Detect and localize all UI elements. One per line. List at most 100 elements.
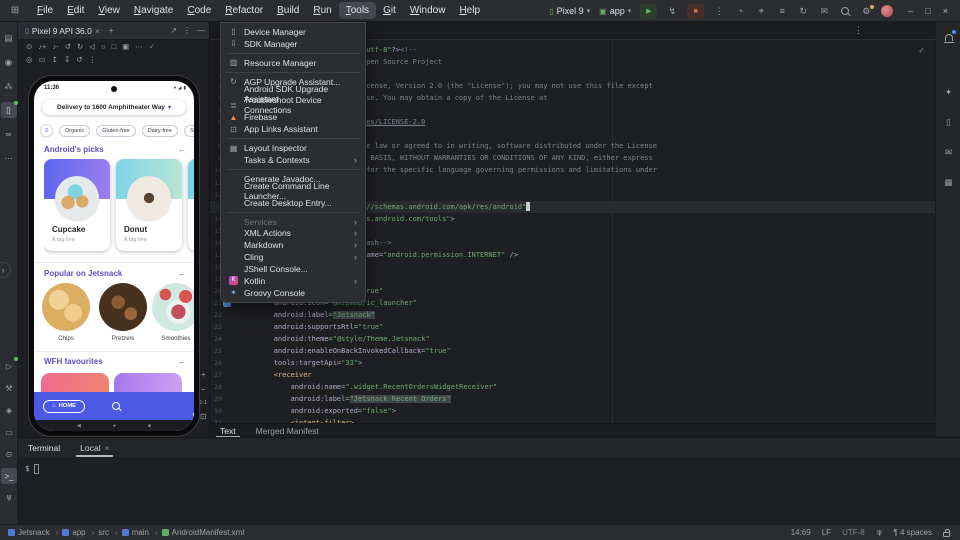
popular-item[interactable]: Smoothies [152,283,194,342]
phone-screen[interactable]: 11:36 ▾ ◢ ▮ Delivery to 1600 Amphitheate… [34,81,194,431]
menu-item[interactable] [226,138,360,139]
snack-card[interactable]: Cupcake A tag line [44,159,110,251]
project-icon[interactable]: ▤ [1,30,17,46]
running-devices-icon[interactable]: ▯ [1,102,17,118]
nav-home-button[interactable]: ⌂ HOME [43,400,85,413]
menu-item[interactable]: ⇩ SDK Manager [221,38,365,50]
menu-item[interactable]: ▨ Resource Manager [221,57,365,69]
filter-chip[interactable]: Sweet [184,125,194,137]
open-in-window-icon[interactable]: ↗ [170,26,177,35]
hide-panel-icon[interactable]: — [197,26,205,35]
rotate-left-icon[interactable]: ↺ [65,42,71,51]
snapshot-icon[interactable]: ↺ [76,55,82,64]
menu-item[interactable]: ⊡ App Links Assistant [221,123,365,135]
manifest-view-tab[interactable]: Merged Manifest [246,424,329,438]
build-icon[interactable]: ⚒ [1,380,17,396]
main-menu-icon[interactable]: ⊞ [8,4,22,18]
run-config-selector[interactable]: ▣ app ▾ [599,6,631,16]
screenshot-icon[interactable]: ◎ [26,55,33,64]
device-selector[interactable]: ▯ Pixel 9 ▾ [549,6,590,16]
terminal-tab-local[interactable]: Local × [80,438,109,457]
new-device-tab-button[interactable]: + [109,26,114,35]
filter-chip[interactable]: Gluten-free [96,125,136,137]
connected-check-icon[interactable]: ✓ [149,42,155,51]
line-separator[interactable]: LF [822,528,831,537]
menubar-item[interactable]: View [91,2,127,19]
filter-chip[interactable]: Organic [59,125,90,137]
settings-icon[interactable]: ⚙ [860,6,872,17]
notifications-icon[interactable] [936,28,960,44]
filter-chip[interactable]: Dairy-free [142,125,178,137]
minimize-button[interactable]: – [908,6,913,16]
overview-icon[interactable]: □ [112,42,117,51]
record-icon[interactable]: ▭ [39,55,46,64]
zoom-in-button[interactable]: + [201,370,206,379]
volume-up-icon[interactable]: ♪+ [38,42,46,51]
power-icon[interactable]: ⊙ [26,42,32,51]
device-tab[interactable]: ▯ Pixel 9 API 36.0 × [22,22,103,39]
breadcrumb-item[interactable]: Jetsnack › [8,528,58,537]
upload-icon[interactable]: ↥ [52,55,58,64]
structure-icon[interactable]: ⁂ [1,78,17,94]
menubar-item[interactable]: Help [452,2,487,19]
arrow-left-icon[interactable]: ← [178,357,186,366]
menu-item[interactable]: Tasks & Contexts › [221,154,365,166]
fold-icon[interactable]: ▣ [122,42,129,51]
home-icon[interactable]: ○ [101,42,106,51]
git-icon[interactable]: ⋔ [1,490,17,506]
android-nav-button[interactable]: ◀ [77,423,81,429]
menu-item[interactable]: XML Actions › [221,227,365,239]
menubar-item[interactable]: Run [306,2,338,19]
snack-card[interactable] [188,159,194,251]
terminal-icon[interactable]: >_ [1,468,17,484]
menubar-item[interactable]: Code [180,2,218,19]
terminal-body[interactable]: $ [18,457,960,474]
lock-icon[interactable] [943,532,950,537]
menu-item[interactable]: JShell Console... [221,263,365,275]
more-icon[interactable]: ⋯ [135,42,143,51]
menu-item[interactable]: ≣ Troubleshoot Device Connections [221,99,365,111]
android-nav-button[interactable]: ■ [148,423,151,429]
resource-monitor-icon[interactable]: ▭ [1,424,17,440]
nav-search-icon[interactable] [112,402,120,410]
services-icon[interactable]: ∞ [1,126,17,142]
menu-item[interactable]: ▯ Device Manager [221,26,365,38]
popular-item[interactable]: Chips [42,283,90,342]
delivery-selector[interactable]: Delivery to 1600 Amphitheater Way ▾ [42,100,186,115]
more-tool-windows-icon[interactable]: ⋯ [1,150,17,166]
arrow-left-icon[interactable]: ← [178,145,186,154]
breadcrumb-item[interactable]: main › [122,528,158,537]
menu-item[interactable]: Cling › [221,251,365,263]
run-button[interactable]: ▶ [640,4,657,19]
menubar-item[interactable]: File [30,2,60,19]
menubar-item[interactable]: Build [270,2,306,19]
menu-item[interactable] [226,169,360,170]
more-actions-icon[interactable]: ⋮ [713,6,725,17]
logcat-icon[interactable]: ◈ [1,402,17,418]
more-icon[interactable]: ⋮ [89,55,97,64]
profiler-icon[interactable]: ◔ [734,6,746,16]
zoom-out-button[interactable]: − [201,385,206,394]
close-icon[interactable]: × [104,443,109,453]
menu-item[interactable]: ▦ Layout Inspector [221,142,365,154]
caret-position[interactable]: 14:69 [791,528,811,537]
menubar-item[interactable]: Navigate [127,2,180,19]
git-branch-icon[interactable]: ⋔ [876,528,883,537]
commit-icon[interactable]: ◉ [1,54,17,70]
popular-item[interactable]: Pretzels [99,283,147,342]
menubar-item[interactable]: Tools [339,2,376,19]
nav-cart-icon[interactable] [193,413,194,419]
close-icon[interactable]: × [95,26,100,36]
menu-item[interactable] [226,212,360,213]
menubar-item[interactable]: Edit [60,2,91,19]
menu-item[interactable] [226,72,360,73]
close-button[interactable]: × [943,6,948,16]
inspect-icon[interactable]: ⌖ [755,6,767,17]
breadcrumb-item[interactable]: app › [62,528,94,537]
editor-options-icon[interactable]: ⋮ [854,25,863,36]
volume-down-icon[interactable]: ♪- [52,42,58,51]
apply-changes-icon[interactable]: ↯ [666,6,678,17]
encoding[interactable]: UTF-8 [842,528,865,537]
filter-icon[interactable]: ≡ [40,124,53,137]
menubar-item[interactable]: Refactor [218,2,270,19]
